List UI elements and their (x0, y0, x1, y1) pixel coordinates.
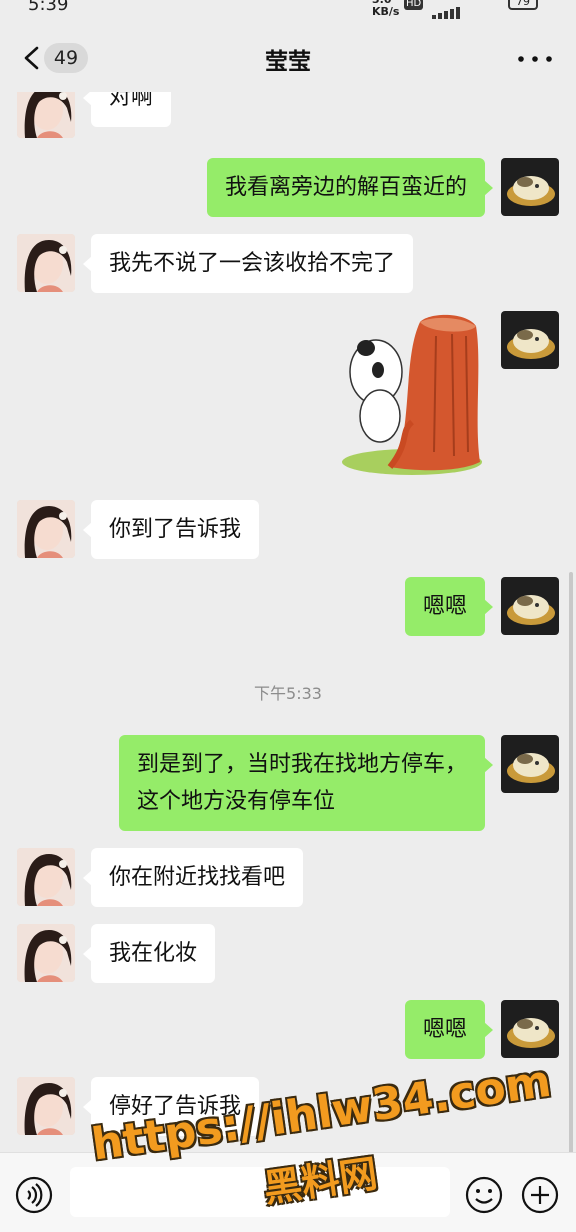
contact-avatar[interactable] (17, 848, 75, 906)
message-bubble-received[interactable]: 对啊 (82, 92, 172, 127)
contact-avatar[interactable] (17, 1077, 75, 1135)
status-bar: 5:39 3.0 KB/s HD 79 (0, 0, 576, 24)
message-bubble-sent[interactable]: 我看离旁边的解百蛮近的 (206, 158, 494, 217)
battery-icon: 79 (508, 0, 538, 10)
self-avatar[interactable] (501, 311, 559, 369)
emoji-icon[interactable] (464, 1175, 504, 1215)
message-bubble-received[interactable]: 我在化妆 (82, 924, 216, 983)
message-bubble-sent[interactable]: 嗯嗯 (404, 577, 494, 636)
message-bubble-received[interactable]: 你在附近找找看吧 (82, 848, 304, 907)
voice-icon[interactable] (14, 1175, 54, 1215)
message-bubble-received[interactable]: 你到了告诉我 (82, 500, 260, 559)
network-speed: 3.0 KB/s (372, 0, 400, 18)
self-avatar[interactable] (501, 577, 559, 635)
message-timestamp: 下午5:33 (254, 684, 322, 703)
chat-area[interactable]: 对啊 我看离旁边的解百蛮近的 我先不说了一会该收拾不完了 你到了告诉我 嗯嗯 下… (0, 92, 576, 1152)
contact-avatar[interactable] (17, 924, 75, 982)
contact-avatar[interactable] (17, 234, 75, 292)
hd-icon: HD (404, 0, 424, 10)
message-bubble-received[interactable]: 我先不说了一会该收拾不完了 (82, 234, 414, 293)
panda-sticker[interactable] (340, 312, 485, 477)
plus-icon[interactable] (520, 1175, 560, 1215)
contact-avatar[interactable] (17, 500, 75, 558)
chat-title: 莹莹 (265, 49, 311, 75)
self-avatar[interactable] (501, 735, 559, 793)
message-line: 到是到了，当时我在找地方停车， (136, 752, 467, 777)
message-bubble-sent[interactable]: 嗯嗯 (404, 1000, 494, 1059)
self-avatar[interactable] (501, 158, 559, 216)
self-avatar[interactable] (501, 1000, 559, 1058)
message-bubble-sent[interactable]: 到是到了，当时我在找地方停车， 这个地方没有停车位 (118, 735, 494, 831)
contact-avatar[interactable] (17, 92, 75, 138)
more-dots-icon[interactable] (518, 56, 552, 62)
message-line: 这个地方没有停车位 (136, 789, 335, 814)
scrollbar[interactable] (569, 572, 573, 1152)
signal-icon (432, 0, 496, 19)
chat-header: 49 莹莹 (0, 24, 576, 92)
status-time: 5:39 (28, 0, 69, 15)
